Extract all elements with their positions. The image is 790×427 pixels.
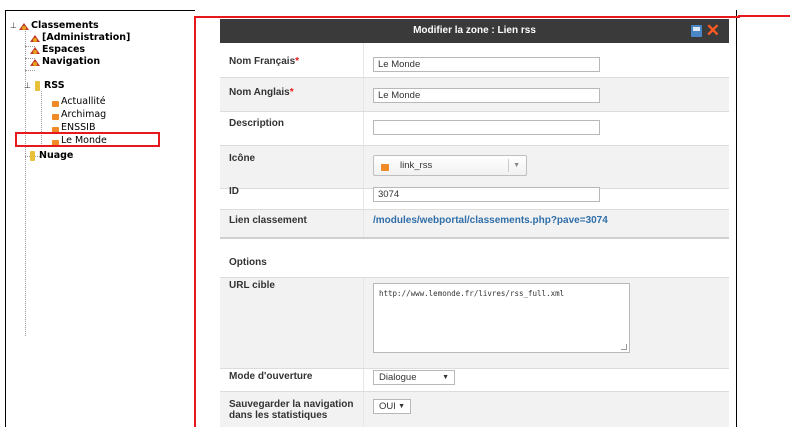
column-divider: [363, 43, 364, 77]
frame-left-border: [5, 10, 6, 427]
tree-item-navigation[interactable]: Navigation: [30, 56, 100, 68]
tree-item-archimag[interactable]: Archimag: [52, 109, 106, 121]
field-label: Description: [229, 118, 285, 129]
sauvegarder-stats-value: OUI: [379, 401, 396, 412]
tree-item-label: Nuage: [39, 150, 74, 161]
classement-icon: [30, 58, 40, 67]
row-id: ID 3074: [220, 186, 729, 211]
tree-item-classements[interactable]: ⊥ Classements: [10, 20, 99, 32]
classement-icon: [30, 34, 40, 43]
dialog-header: Modifier la zone : Lien rss ✕: [220, 19, 729, 43]
mode-ouverture-value: Dialogue: [379, 372, 417, 383]
tree-item-nuage[interactable]: Nuage: [30, 150, 73, 162]
chevron-down-icon: ▼: [442, 374, 449, 381]
column-divider: [363, 278, 364, 368]
column-divider: [363, 146, 364, 188]
description-input[interactable]: [373, 120, 600, 135]
resize-grip-icon[interactable]: [621, 344, 627, 350]
tree-item-rss[interactable]: ⊥ RSS: [24, 80, 65, 92]
column-divider: [363, 112, 364, 145]
row-description: Description: [220, 112, 729, 145]
column-divider: [363, 189, 364, 211]
classement-icon: [18, 22, 29, 31]
row-nom-anglais: Nom Anglais* Le Monde: [220, 78, 729, 111]
tree-item-label: Espaces: [42, 44, 86, 55]
rss-icon: [52, 114, 59, 120]
row-sauvegarder-stats: Sauvegarder la navigation dans les stati…: [220, 392, 729, 427]
field-label: Nom Anglais*: [229, 87, 294, 98]
field-label: URL cible: [229, 280, 275, 291]
tree-item-administration[interactable]: [Administration]: [30, 32, 130, 44]
tree-item-actuallite[interactable]: Actuallité: [52, 96, 106, 108]
row-lien-classement: Lien classement /modules/webportal/class…: [220, 210, 729, 237]
chevron-down-icon: ▼: [513, 162, 520, 169]
field-label: Lien classement: [229, 215, 307, 226]
tree-item-label: Actuallité: [61, 96, 106, 107]
field-label: Sauvegarder la navigation dans les stati…: [229, 399, 354, 421]
column-divider: [363, 392, 364, 427]
tree-item-label: [Administration]: [42, 32, 131, 43]
icone-select-value: link_rss: [400, 160, 433, 171]
icone-select[interactable]: link_rss ▼: [373, 155, 527, 176]
tree-item-espaces[interactable]: Espaces: [30, 44, 85, 56]
tree-item-label: Classements: [30, 20, 99, 31]
rss-icon: [381, 164, 389, 171]
tree-guide-line: [25, 70, 35, 71]
sauvegarder-stats-select[interactable]: OUI ▼: [373, 399, 411, 414]
field-label: Icône: [229, 153, 256, 164]
collapse-icon[interactable]: ⊥: [24, 82, 31, 90]
field-label: ID: [229, 186, 239, 197]
collapse-icon[interactable]: ⊥: [10, 22, 17, 30]
field-label: Nom Français*: [229, 56, 300, 67]
row-nom-francais: Nom Français* Le Monde: [220, 43, 729, 77]
tree-highlight-box: [15, 132, 160, 147]
select-separator: [508, 159, 509, 172]
url-cible-textarea[interactable]: http://www.lemonde.fr/livres/rss_full.xm…: [373, 283, 630, 353]
rss-icon: [52, 101, 59, 107]
row-options-heading: Options: [220, 239, 729, 277]
field-label: Mode d'ouverture: [229, 371, 313, 382]
column-divider: [363, 78, 364, 111]
id-input[interactable]: 3074: [373, 187, 600, 202]
classement-icon: [30, 46, 40, 55]
row-mode-ouverture: Mode d'ouverture Dialogue ▼: [220, 369, 729, 391]
folder-icon: [34, 81, 40, 91]
url-cible-value: http://www.lemonde.fr/livres/rss_full.xm…: [379, 289, 565, 298]
column-divider: [363, 210, 364, 237]
nom-anglais-input[interactable]: Le Monde: [373, 88, 600, 103]
frame-top-border: [5, 10, 195, 11]
nom-francais-input[interactable]: Le Monde: [373, 57, 600, 72]
tree-item-label: Navigation: [42, 56, 101, 67]
edit-zone-dialog: Modifier la zone : Lien rss ✕ Nom França…: [220, 19, 729, 427]
column-divider: [363, 369, 364, 391]
chevron-down-icon: ▼: [398, 403, 405, 410]
save-icon[interactable]: [691, 25, 702, 37]
options-heading: Options: [229, 257, 267, 268]
row-icone: Icône link_rss ▼: [220, 146, 729, 188]
dialog-title: Modifier la zone : Lien rss: [413, 25, 536, 36]
folder-icon: [30, 151, 35, 161]
tree-item-label: RSS: [43, 80, 65, 91]
row-url-cible: URL cible http://www.lemonde.fr/livres/r…: [220, 278, 729, 368]
close-icon[interactable]: ✕: [706, 20, 720, 42]
tree-item-label: Archimag: [61, 109, 107, 120]
mode-ouverture-select[interactable]: Dialogue ▼: [373, 370, 455, 385]
annotation-line: [738, 15, 790, 17]
lien-classement-link[interactable]: /modules/webportal/classements.php?pave=…: [373, 215, 608, 226]
tree-guide-line: [25, 156, 26, 336]
